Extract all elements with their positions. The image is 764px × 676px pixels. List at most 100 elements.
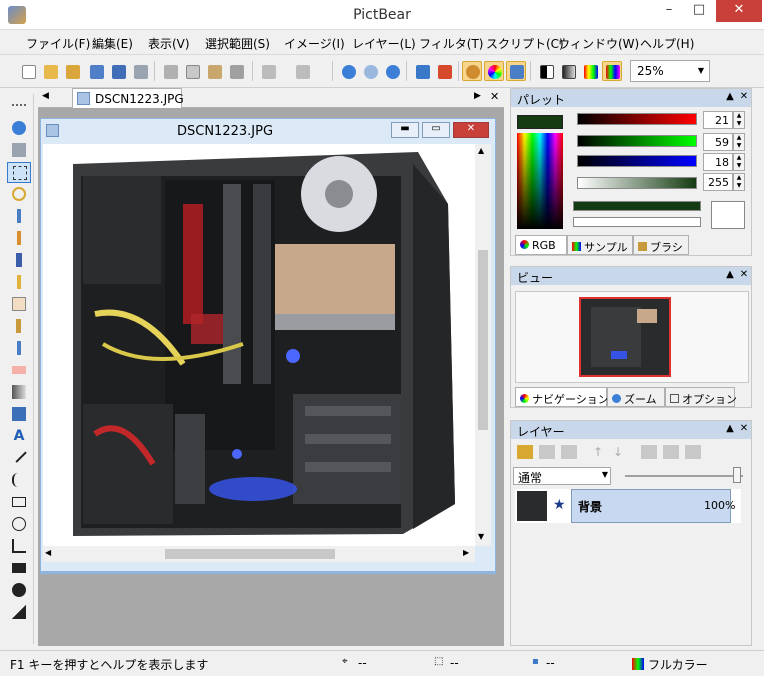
- layer-visible-icon[interactable]: ★: [553, 497, 566, 513]
- tool-rect-select[interactable]: [7, 162, 31, 183]
- palette-button[interactable]: [462, 61, 482, 81]
- panel-close-icon[interactable]: ✕: [737, 269, 751, 280]
- green-value[interactable]: 59: [703, 133, 733, 151]
- scroll-down-icon[interactable]: ▼: [478, 532, 484, 541]
- tool-brush[interactable]: [7, 228, 31, 249]
- new-layer-button[interactable]: [517, 445, 533, 459]
- scroll-left-icon[interactable]: ◀: [45, 548, 51, 557]
- tool-smudge[interactable]: [7, 316, 31, 337]
- tool-eraser[interactable]: [7, 360, 31, 381]
- layers-button[interactable]: [506, 61, 526, 81]
- doc-maximize-button[interactable]: ▭: [422, 122, 450, 138]
- tab-brush[interactable]: ブラシ: [633, 235, 689, 255]
- scroll-up-icon[interactable]: ▲: [478, 146, 484, 155]
- zoom-out-button[interactable]: [360, 61, 380, 81]
- paste-button[interactable]: [204, 61, 224, 81]
- tool-select-dots[interactable]: [7, 96, 31, 117]
- tab-zoom[interactable]: ズーム: [607, 387, 665, 407]
- tab-close-icon[interactable]: ✕: [490, 90, 499, 103]
- tool-zoom[interactable]: [7, 118, 31, 139]
- flatten-button[interactable]: [685, 445, 701, 459]
- image2-button[interactable]: [434, 61, 454, 81]
- tool-move[interactable]: [7, 140, 31, 161]
- tool-line[interactable]: [7, 447, 31, 469]
- crop-button[interactable]: [226, 61, 246, 81]
- tool-pencil[interactable]: [7, 272, 31, 293]
- green-spin-button[interactable]: ▲ ▼: [733, 133, 745, 151]
- zoom-in-button[interactable]: [338, 61, 358, 81]
- alpha-spin-button[interactable]: ▲ ▼: [733, 173, 745, 191]
- tool-filled-ellipse[interactable]: [7, 580, 31, 601]
- layer-up-button[interactable]: ↑: [591, 445, 605, 459]
- tool-filled-polygon[interactable]: [7, 602, 31, 623]
- tool-fill[interactable]: [7, 404, 31, 425]
- green-slider[interactable]: [577, 135, 697, 147]
- tab-options[interactable]: オプション: [665, 387, 737, 407]
- rainbow-button[interactable]: [580, 61, 600, 81]
- close-button[interactable]: ✕: [716, 0, 762, 22]
- vertical-scroll-thumb[interactable]: [478, 250, 488, 430]
- tool-gradient[interactable]: [7, 382, 31, 403]
- image-button[interactable]: [412, 61, 432, 81]
- panel-pin-icon[interactable]: ▲: [723, 423, 737, 434]
- panel-close-icon[interactable]: ✕: [737, 91, 751, 102]
- panel-pin-icon[interactable]: ▲: [723, 269, 737, 280]
- duplicate-layer-button[interactable]: [561, 445, 577, 459]
- undo-button[interactable]: [258, 61, 278, 81]
- tab-navigation[interactable]: ナビゲーション: [515, 387, 609, 407]
- panel-pin-icon[interactable]: ▲: [723, 91, 737, 102]
- open-folder-button[interactable]: [62, 61, 82, 81]
- tool-ellipse[interactable]: [7, 514, 31, 535]
- tool-dropper[interactable]: [7, 338, 31, 359]
- tool-filled-rect[interactable]: [7, 558, 31, 579]
- alpha-value[interactable]: 255: [703, 173, 733, 191]
- save-button[interactable]: [86, 61, 106, 81]
- foreground-color-swatch[interactable]: [517, 115, 563, 129]
- layer-name-cell[interactable]: 背景 100%: [571, 489, 735, 523]
- tool-text[interactable]: A: [7, 426, 31, 447]
- tab-rgb[interactable]: RGB: [515, 235, 567, 255]
- blue-slider[interactable]: [577, 155, 697, 167]
- blue-spin-button[interactable]: ▲ ▼: [733, 153, 745, 171]
- red-value[interactable]: 21: [703, 111, 733, 129]
- tool-lasso[interactable]: [7, 184, 31, 205]
- fullcolor-button[interactable]: [602, 61, 622, 81]
- maximize-button[interactable]: □: [684, 0, 714, 22]
- tab-document[interactable]: DSCN1223.JPG: [72, 88, 184, 108]
- tab-sample[interactable]: サンプル: [567, 235, 633, 255]
- red-spin-button[interactable]: ▲ ▼: [733, 111, 745, 129]
- layer-row[interactable]: ★ 背景 100%: [515, 489, 741, 523]
- color-preview[interactable]: [711, 201, 745, 229]
- vertical-scrollbar[interactable]: ▲ ▼: [475, 144, 491, 546]
- open-button[interactable]: [40, 61, 60, 81]
- gradient-button[interactable]: [558, 61, 578, 81]
- menu-script[interactable]: スクリプト(C): [486, 35, 564, 52]
- alpha-slider[interactable]: [577, 177, 697, 189]
- color-spectrum-picker[interactable]: [517, 133, 563, 229]
- menu-view[interactable]: 表示(V): [148, 35, 190, 52]
- horizontal-scroll-thumb[interactable]: [165, 549, 335, 559]
- horizontal-scrollbar[interactable]: ◀ ▶: [43, 546, 475, 562]
- tool-hand[interactable]: [7, 294, 31, 315]
- print-button[interactable]: [130, 61, 150, 81]
- menu-edit[interactable]: 編集(E): [92, 35, 133, 52]
- redo-button[interactable]: [292, 61, 312, 81]
- navigator-thumbnail[interactable]: [579, 297, 671, 377]
- panel-close-icon[interactable]: ✕: [737, 423, 751, 434]
- menu-help[interactable]: ヘルプ(H): [640, 35, 694, 52]
- tab-scroll-right-icon[interactable]: ▶: [474, 91, 481, 101]
- zoom-select[interactable]: 25% ▼: [630, 60, 710, 82]
- layer-down-button[interactable]: ↓: [611, 445, 625, 459]
- menu-file[interactable]: ファイル(F): [26, 35, 90, 52]
- new-button[interactable]: [18, 61, 38, 81]
- blend-mode-select[interactable]: 通常 ▼: [513, 467, 611, 485]
- tool-curve[interactable]: [7, 470, 31, 491]
- tool-polygon[interactable]: [7, 536, 31, 557]
- merge-visible-button[interactable]: [663, 445, 679, 459]
- merge-layer-button[interactable]: [641, 445, 657, 459]
- doc-minimize-button[interactable]: ▬: [391, 122, 419, 138]
- grayscale-button[interactable]: [536, 61, 556, 81]
- delete-layer-button[interactable]: [539, 445, 555, 459]
- scroll-right-icon[interactable]: ▶: [463, 548, 469, 557]
- cut-button[interactable]: [160, 61, 180, 81]
